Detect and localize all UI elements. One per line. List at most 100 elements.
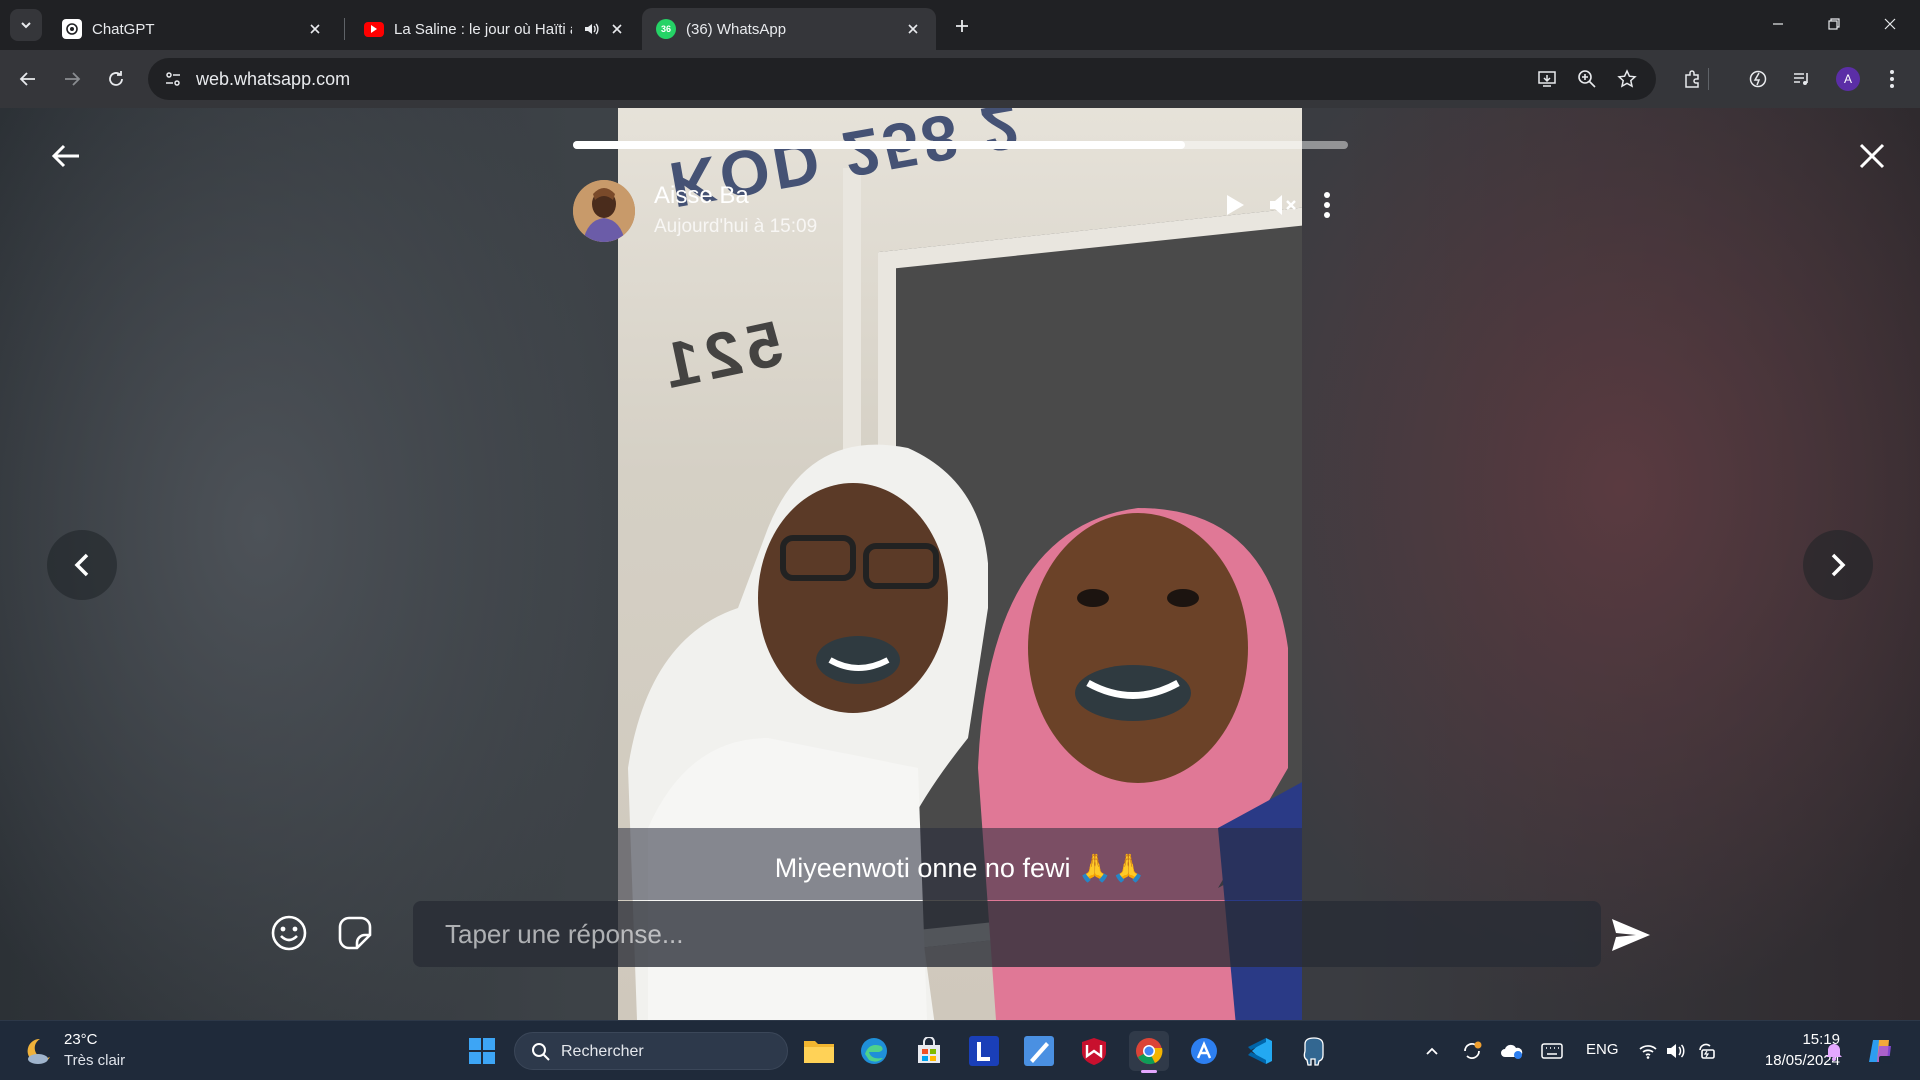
tab-chatgpt[interactable]: ChatGPT (48, 8, 338, 50)
sticker-button[interactable] (334, 912, 376, 954)
play-icon (1227, 195, 1244, 215)
speaker-muted-icon (1270, 195, 1296, 215)
status-viewer: KOD 258 2 521 Aisse Ba Aujourd'hui à 15:… (0, 108, 1920, 1020)
emoji-button[interactable] (268, 912, 310, 954)
status-timestamp: Aujourd'hui à 15:09 (654, 216, 818, 237)
chrome-icon (1136, 1038, 1163, 1065)
avatar-image (573, 180, 635, 242)
close-status-button[interactable] (1854, 138, 1890, 174)
zoom-icon[interactable] (1574, 66, 1600, 92)
close-tab-icon[interactable] (904, 20, 922, 38)
weather-description[interactable]: Très clair (64, 1052, 125, 1069)
chevron-left-icon (74, 553, 89, 577)
bookmark-star-icon[interactable] (1614, 66, 1640, 92)
menu-kebab-icon (1324, 192, 1330, 218)
tab-search-button[interactable] (10, 9, 42, 41)
taskbar-search[interactable]: Rechercher (514, 1032, 788, 1070)
media-control-icon[interactable] (1786, 63, 1818, 95)
install-app-icon[interactable] (1534, 66, 1560, 92)
file-explorer-app[interactable] (799, 1031, 839, 1071)
tab-whatsapp[interactable]: 36 (36) WhatsApp (642, 8, 936, 50)
database-app[interactable] (1294, 1031, 1334, 1071)
l-app[interactable] (964, 1031, 1004, 1071)
chevron-right-icon (1831, 553, 1846, 577)
edge-app[interactable] (854, 1031, 894, 1071)
notification-bell-icon[interactable] (1822, 1039, 1846, 1063)
next-status-button[interactable] (1803, 530, 1873, 600)
folder-icon (804, 1041, 834, 1063)
l-app-icon (969, 1036, 999, 1066)
vscode-icon (1248, 1038, 1272, 1064)
status-menu-button[interactable] (1310, 188, 1344, 222)
reload-button[interactable] (100, 63, 132, 95)
language-indicator[interactable]: ENG (1586, 1041, 1619, 1058)
site-info-icon[interactable] (158, 64, 188, 94)
sync-icon[interactable] (1460, 1039, 1484, 1063)
minimize-button[interactable] (1750, 0, 1806, 48)
reply-input[interactable] (445, 901, 1565, 967)
status-progress-bar (573, 141, 1348, 149)
microsoft-store-app[interactable] (909, 1031, 949, 1071)
toolbar-divider (1708, 68, 1709, 90)
start-button[interactable] (462, 1031, 502, 1071)
speaker-icon[interactable] (582, 20, 600, 38)
url-text[interactable]: web.whatsapp.com (196, 69, 350, 90)
previous-status-button[interactable] (47, 530, 117, 600)
tab-strip: ChatGPT La Saline : le jour où Haïti a 3… (0, 0, 1920, 50)
mute-button[interactable] (1266, 188, 1300, 222)
plus-icon (956, 20, 968, 32)
photo-wall-number: 521 (651, 306, 789, 404)
app-store-app[interactable] (1184, 1031, 1224, 1071)
restore-button[interactable] (1806, 0, 1862, 48)
chevron-down-icon (21, 22, 31, 29)
play-button[interactable] (1218, 188, 1252, 222)
elephant-icon (1303, 1037, 1324, 1066)
wifi-icon[interactable] (1636, 1039, 1660, 1063)
weather-temperature[interactable]: 23°C (64, 1031, 98, 1048)
profile-avatar[interactable]: A (1836, 67, 1860, 91)
close-tab-icon[interactable] (608, 20, 626, 38)
taskbar: 23°C Très clair Rechercher ENG 15:19 18/… (0, 1020, 1920, 1080)
tab-title: (36) WhatsApp (686, 20, 787, 38)
extensions-icon[interactable] (1676, 63, 1708, 95)
tab-youtube[interactable]: La Saline : le jour où Haïti a (350, 8, 640, 50)
contact-avatar[interactable] (573, 180, 635, 242)
back-button[interactable] (12, 63, 44, 95)
tab-title: La Saline : le jour où Haïti a (394, 20, 572, 38)
battery-icon[interactable] (1694, 1039, 1718, 1063)
back-arrow-button[interactable] (48, 138, 84, 174)
tab-title: ChatGPT (92, 20, 155, 38)
onedrive-icon[interactable] (1500, 1039, 1524, 1063)
chrome-app[interactable] (1129, 1031, 1169, 1073)
close-tab-icon[interactable] (306, 20, 324, 38)
send-button[interactable] (1608, 914, 1654, 956)
smiley-icon (271, 915, 307, 951)
status-progress-fill (573, 141, 1186, 149)
address-bar[interactable]: web.whatsapp.com (148, 58, 1656, 100)
status-caption: Miyeenwoti onne no fewi 🙏🙏 (774, 853, 1146, 883)
weather-moon-icon[interactable] (22, 1035, 54, 1067)
minimize-icon (1773, 23, 1783, 25)
search-icon (532, 1043, 550, 1061)
close-icon (1884, 18, 1896, 30)
menu-kebab-icon[interactable] (1876, 63, 1908, 95)
pen-app-icon (1024, 1036, 1054, 1066)
chatgpt-icon (62, 19, 82, 39)
sticker-icon (338, 916, 372, 950)
performance-icon[interactable] (1742, 63, 1774, 95)
mcafee-app[interactable] (1074, 1031, 1114, 1071)
forward-button[interactable] (56, 63, 88, 95)
volume-icon[interactable] (1664, 1039, 1688, 1063)
contact-name[interactable]: Aisse Ba (654, 182, 749, 210)
chevron-up-icon (1426, 1047, 1438, 1055)
a-badge-icon (1191, 1038, 1217, 1064)
vscode-app[interactable] (1239, 1031, 1279, 1071)
copilot-icon[interactable] (1864, 1035, 1896, 1067)
drawing-app[interactable] (1019, 1031, 1059, 1071)
keyboard-icon[interactable] (1540, 1039, 1564, 1063)
show-hidden-icons-chevron[interactable] (1420, 1039, 1444, 1063)
new-tab-button[interactable] (948, 12, 976, 40)
reload-icon (109, 71, 123, 86)
close-window-button[interactable] (1862, 0, 1918, 48)
windows-icon (469, 1038, 495, 1064)
